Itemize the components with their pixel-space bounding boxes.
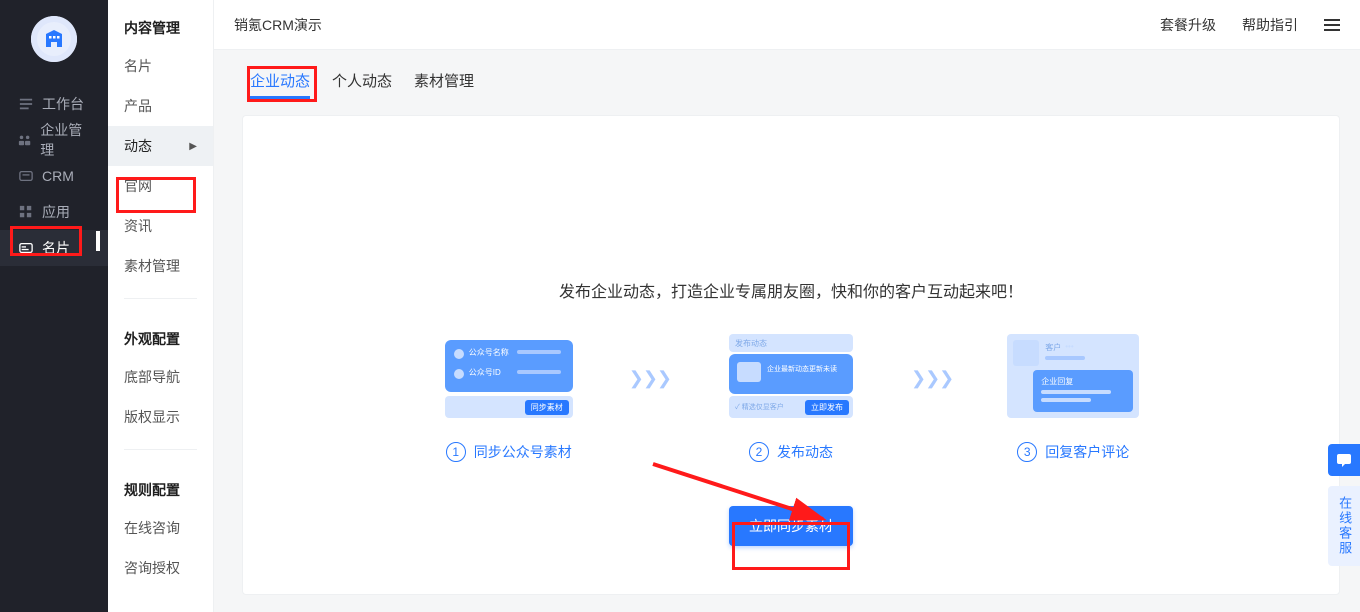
subnav-card[interactable]: 名片 (108, 46, 213, 86)
flow-arrow-icon: ❯❯❯ (629, 368, 671, 389)
sidebar-item-label: 应用 (42, 202, 70, 222)
subnav-consult-auth[interactable]: 咨询授权 (108, 548, 213, 588)
flow-arrow-icon: ❯❯❯ (911, 368, 953, 389)
group-title-rules: 规则配置 (108, 462, 213, 508)
secondary-sidebar: 内容管理 名片 产品 动态 ▶ 官网 资讯 素材管理 外观配置 底部导航 版权显… (108, 0, 214, 612)
step-label: 回复客户评论 (1045, 442, 1129, 462)
steps-row: 公众号名称 公众号ID 同步素材 1 同步公众号素材 ❯❯❯ (429, 334, 1154, 462)
wechat-icon (453, 348, 465, 360)
step-label: 同步公众号素材 (474, 442, 572, 462)
subnav-bottom-nav[interactable]: 底部导航 (108, 357, 213, 397)
empty-state-panel: 发布企业动态，打造企业专属朋友圈，快和你的客户互动起来吧！ 公众号名称 公众号I… (242, 115, 1340, 595)
sidebar-item-apps[interactable]: 应用 (0, 194, 108, 230)
step-1: 公众号名称 公众号ID 同步素材 1 同步公众号素材 (429, 334, 589, 462)
subnav-label: 动态 (124, 136, 152, 156)
main: 销氪CRM演示 套餐升级 帮助指引 企业动态 个人动态 素材管理 发布企业动态，… (214, 0, 1360, 612)
step-number: 1 (446, 442, 466, 462)
chat-icon (1336, 452, 1352, 468)
floating-right-bar: 在线客服 (1328, 444, 1360, 566)
tabs: 企业动态 个人动态 素材管理 (214, 50, 1360, 111)
step-label: 发布动态 (777, 442, 833, 462)
sidebar-item-label: 名片 (42, 238, 70, 258)
topbar-help-link[interactable]: 帮助指引 (1242, 15, 1298, 35)
building-icon (42, 27, 66, 51)
sync-material-button[interactable]: 立即同步素材 (729, 506, 853, 546)
divider (124, 449, 197, 450)
subnav-dynamic[interactable]: 动态 ▶ (108, 126, 213, 166)
chevron-right-icon: ▶ (189, 141, 197, 152)
step-2: 发布动态 企业最新动态更新未读 ✓ 精选仅显客户 立即发布 2 发布动态 (711, 334, 871, 462)
active-indicator (96, 231, 100, 251)
id-icon (453, 368, 465, 380)
content-area: 企业动态 个人动态 素材管理 发布企业动态，打造企业专属朋友圈，快和你的客户互动… (214, 50, 1360, 612)
divider (124, 298, 197, 299)
step-3: 客户 ••• 企业回复 3 回复客户评论 (993, 334, 1153, 462)
sidebar-item-label: 企业管理 (40, 120, 90, 160)
tab-material-manage[interactable]: 素材管理 (414, 70, 474, 99)
subnav-material[interactable]: 素材管理 (108, 246, 213, 286)
brand-logo[interactable] (31, 16, 77, 62)
step-number: 3 (1017, 442, 1037, 462)
menu-icon[interactable] (1324, 19, 1340, 31)
float-online-service-button[interactable]: 在线客服 (1328, 486, 1360, 566)
subnav-site[interactable]: 官网 (108, 166, 213, 206)
empty-state-title: 发布企业动态，打造企业专属朋友圈，快和你的客户互动起来吧！ (559, 278, 1023, 302)
sidebar-item-label: 工作台 (42, 94, 84, 114)
step-number: 2 (749, 442, 769, 462)
subnav-product[interactable]: 产品 (108, 86, 213, 126)
brand-title: 销氪CRM演示 (234, 15, 322, 35)
illustration-sync-material: 公众号名称 公众号ID 同步素材 (439, 334, 579, 424)
group-title-appearance: 外观配置 (108, 311, 213, 357)
topbar-upgrade-link[interactable]: 套餐升级 (1160, 15, 1216, 35)
sidebar-item-card[interactable]: 名片 (0, 230, 108, 266)
group-title-content: 内容管理 (108, 0, 213, 46)
crm-icon (18, 168, 34, 184)
tab-personal-dynamic[interactable]: 个人动态 (332, 70, 392, 99)
subnav-news[interactable]: 资讯 (108, 206, 213, 246)
enterprise-icon (18, 132, 32, 148)
sidebar-item-enterprise[interactable]: 企业管理 (0, 122, 108, 158)
subnav-copyright[interactable]: 版权显示 (108, 397, 213, 437)
primary-sidebar: 工作台 企业管理 CRM 应用 名片 (0, 0, 108, 612)
topbar-right: 套餐升级 帮助指引 (1160, 15, 1340, 35)
illustration-reply: 客户 ••• 企业回复 (1003, 334, 1143, 424)
card-icon (18, 240, 34, 256)
float-chat-button[interactable] (1328, 444, 1360, 476)
workbench-icon (18, 96, 34, 112)
illustration-publish: 发布动态 企业最新动态更新未读 ✓ 精选仅显客户 立即发布 (721, 334, 861, 424)
sidebar-item-crm[interactable]: CRM (0, 158, 108, 194)
subnav-online-chat[interactable]: 在线咨询 (108, 508, 213, 548)
sidebar-item-label: CRM (42, 168, 74, 184)
apps-icon (18, 204, 34, 220)
tab-enterprise-dynamic[interactable]: 企业动态 (250, 70, 310, 99)
sidebar-item-workbench[interactable]: 工作台 (0, 86, 108, 122)
topbar: 销氪CRM演示 套餐升级 帮助指引 (214, 0, 1360, 50)
